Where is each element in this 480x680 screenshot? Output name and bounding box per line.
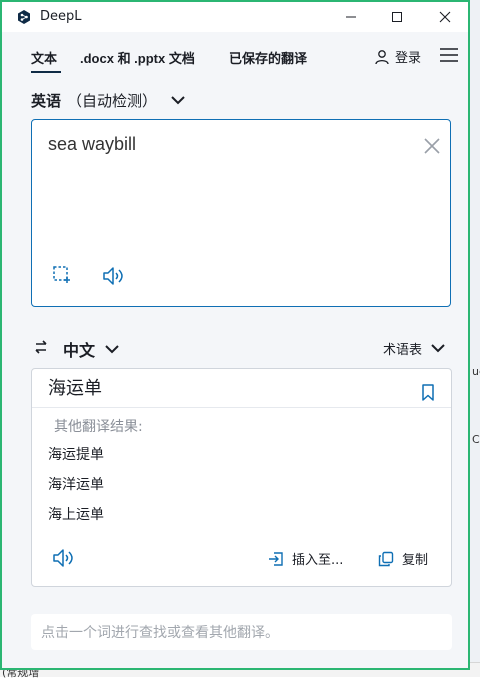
clear-text-icon[interactable] bbox=[422, 136, 442, 156]
main-translation[interactable]: 海运单 bbox=[48, 374, 102, 400]
target-language-selector[interactable]: 中文 bbox=[63, 337, 119, 361]
copy-button[interactable]: 复制 bbox=[378, 549, 428, 568]
glossary-button[interactable]: 术语表 bbox=[383, 339, 445, 358]
speaker-icon[interactable] bbox=[52, 547, 76, 569]
dictionary-hint-bar: 点击一个词进行查找或查看其他翻译。 bbox=[31, 614, 452, 650]
login-button[interactable]: 登录 bbox=[374, 47, 421, 66]
chevron-down-icon bbox=[105, 344, 119, 353]
minimize-button[interactable] bbox=[328, 2, 374, 32]
title-bar[interactable]: DeepL bbox=[2, 2, 468, 32]
divider bbox=[32, 407, 451, 408]
user-icon bbox=[375, 49, 389, 64]
swap-languages-icon[interactable] bbox=[33, 339, 49, 355]
insert-label: 插入至... bbox=[292, 553, 344, 568]
screen-capture-icon[interactable] bbox=[52, 265, 72, 285]
close-icon bbox=[439, 11, 451, 23]
hamburger-menu-icon[interactable] bbox=[440, 48, 458, 62]
source-language-selector[interactable]: 英语 （自动检测） bbox=[31, 90, 185, 111]
maximize-button[interactable] bbox=[374, 2, 420, 32]
background-text: C bbox=[472, 433, 480, 446]
copy-icon bbox=[378, 551, 394, 566]
dictionary-hint: 点击一个词进行查找或查看其他翻译。 bbox=[41, 625, 279, 641]
target-language-label: 中文 bbox=[63, 343, 96, 360]
insert-icon bbox=[269, 551, 283, 566]
insert-button[interactable]: 插入至... bbox=[268, 549, 343, 568]
source-text-area[interactable]: sea waybill bbox=[31, 119, 451, 307]
background-text: ue bbox=[472, 365, 480, 378]
alternative-translation[interactable]: 海运提单 bbox=[48, 444, 104, 464]
translation-output: 海运单 其他翻译结果: 海运提单 海洋运单 海上运单 插入至... 复制 bbox=[31, 368, 452, 587]
deepl-window: DeepL 文本 .docx 和 .pptx 文档 已保存的翻译 登录 英语 （… bbox=[0, 0, 470, 670]
tab-documents[interactable]: .docx 和 .pptx 文档 bbox=[80, 48, 195, 67]
source-text[interactable]: sea waybill bbox=[48, 134, 136, 155]
window-title: DeepL bbox=[40, 9, 82, 24]
tab-saved-translations[interactable]: 已保存的翻译 bbox=[229, 48, 307, 67]
alternatives-heading: 其他翻译结果: bbox=[54, 419, 143, 435]
active-tab-indicator bbox=[31, 71, 61, 73]
alternative-translation[interactable]: 海上运单 bbox=[48, 504, 104, 524]
chevron-down-icon bbox=[431, 344, 445, 353]
source-language-label: 英语 bbox=[31, 93, 62, 110]
maximize-icon bbox=[392, 12, 402, 22]
main-tabs: 文本 .docx 和 .pptx 文档 已保存的翻译 登录 bbox=[2, 42, 468, 74]
minimize-icon bbox=[346, 16, 356, 18]
deepl-logo-icon bbox=[18, 10, 30, 24]
target-language-row: 中文 术语表 bbox=[31, 336, 451, 360]
close-window-button[interactable] bbox=[422, 2, 468, 32]
glossary-label: 术语表 bbox=[382, 342, 422, 357]
tab-text[interactable]: 文本 bbox=[31, 48, 57, 67]
chevron-down-icon bbox=[171, 96, 185, 105]
login-label: 登录 bbox=[395, 50, 422, 65]
speaker-icon[interactable] bbox=[102, 265, 126, 287]
copy-label: 复制 bbox=[402, 553, 429, 568]
auto-detect-label: （自动检测） bbox=[67, 93, 158, 110]
alternative-translation[interactable]: 海洋运单 bbox=[48, 474, 104, 494]
bookmark-icon[interactable] bbox=[421, 384, 435, 402]
